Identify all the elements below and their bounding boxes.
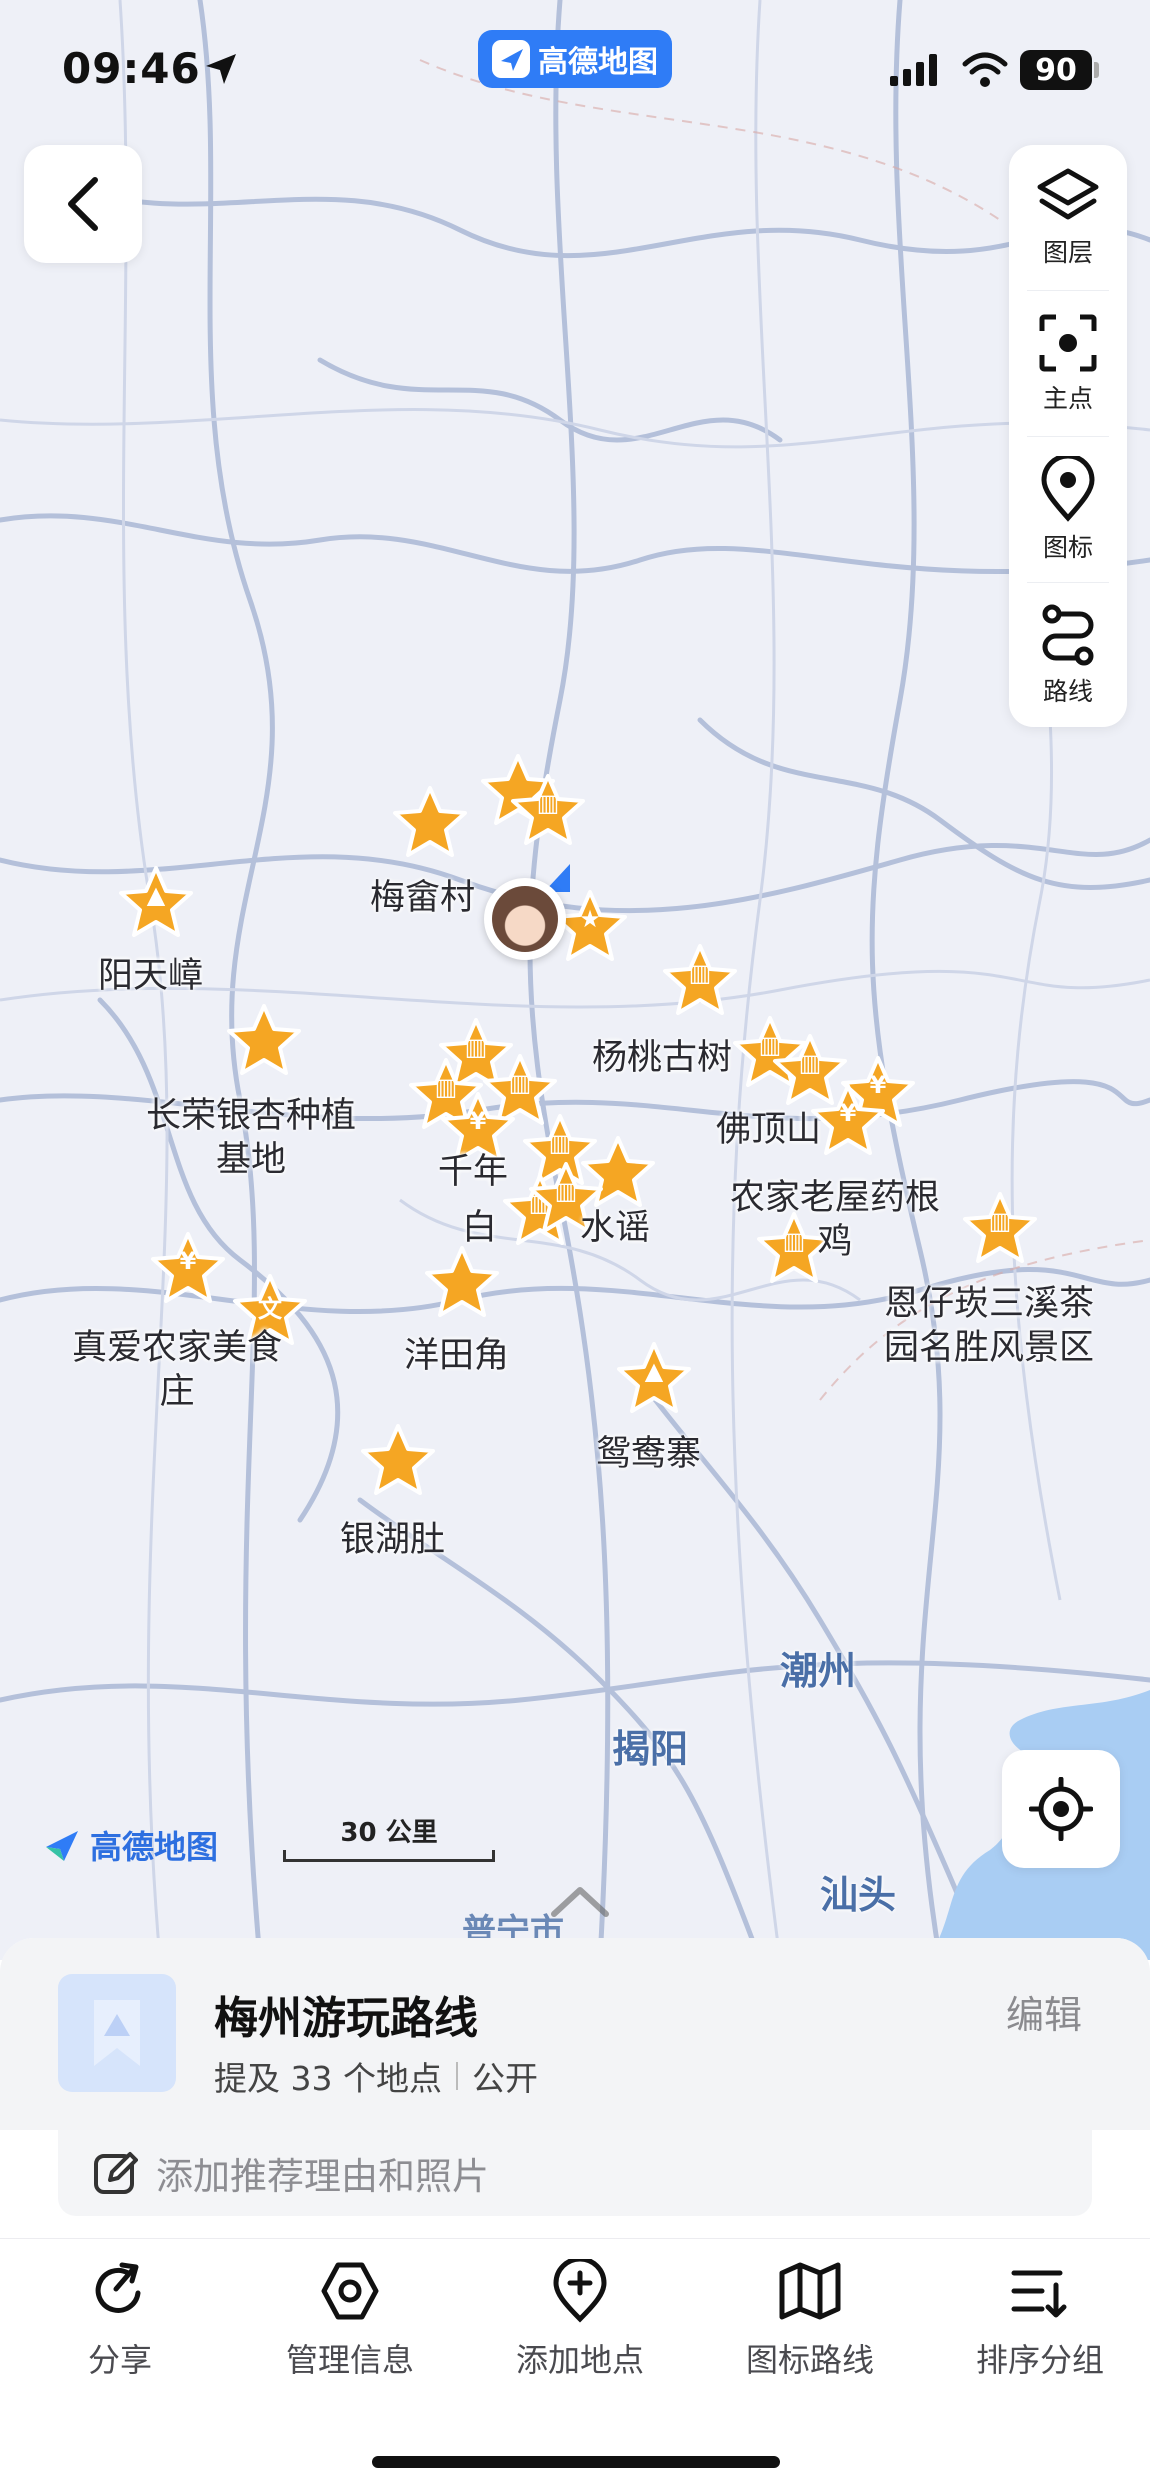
- poi-label-shuiyao[interactable]: 水谣: [580, 1206, 650, 1250]
- poi-label-meishe[interactable]: 梅畲村: [370, 876, 475, 920]
- sort-group-button[interactable]: 排序分组: [940, 2259, 1140, 2381]
- amap-logo-icon: [46, 1831, 78, 1861]
- poi-label-foding[interactable]: 佛顶山: [716, 1108, 821, 1152]
- route-title: 梅州游玩路线: [214, 1993, 478, 2044]
- poi-marker-star-icon[interactable]: [225, 1003, 303, 1077]
- add-place-label: 添加地点: [515, 2341, 644, 2379]
- poi-marker-star-icon[interactable]: ▥: [961, 1191, 1039, 1265]
- edit-note-icon: [94, 2152, 138, 2194]
- battery-tip: [1094, 62, 1099, 78]
- poi-label-nongjia[interactable]: 农家老屋药根 鸡: [730, 1176, 940, 1264]
- manage-info-button[interactable]: 管理信息: [250, 2259, 450, 2381]
- poi-marker-star-icon[interactable]: ¥: [149, 1231, 227, 1305]
- poi-label-enzai[interactable]: 恩仔崁三溪茶 园名胜风景区: [884, 1282, 1094, 1370]
- add-reason-field[interactable]: 添加推荐理由和照片: [58, 2130, 1092, 2216]
- tool-layers-label: 图层: [1042, 238, 1093, 267]
- crosshair-icon: [1029, 1777, 1093, 1841]
- meta-divider: [455, 2062, 458, 2090]
- chevron-left-icon: [68, 177, 98, 231]
- back-button[interactable]: [24, 145, 142, 263]
- map-logo-text: 高德地图: [90, 1828, 219, 1866]
- poi-label-zhenai[interactable]: 真爱农家美食 庄: [72, 1326, 282, 1414]
- focus-icon: [1039, 314, 1097, 372]
- poi-label-yuanyang[interactable]: 鸳鸯寨: [596, 1432, 701, 1476]
- poi-marker-star-icon[interactable]: [359, 1423, 437, 1497]
- bottom-action-bar: 分享 管理信息 添加地点 图标路线 排序分组: [0, 2238, 1150, 2418]
- app-badge[interactable]: 高德地图: [478, 30, 672, 88]
- route-visibility: 公开: [471, 2059, 538, 2098]
- route-cover[interactable]: [58, 1974, 176, 2092]
- bookmark-icon: [94, 2000, 140, 2066]
- tool-layers[interactable]: 图层: [1009, 145, 1127, 291]
- add-reason-placeholder: 添加推荐理由和照片: [156, 2155, 489, 2198]
- tool-focus[interactable]: 主点: [1009, 291, 1127, 437]
- route-header: 梅州游玩路线 提及 33 个地点 公开 编辑: [0, 1938, 1150, 2130]
- poi-marker-star-icon[interactable]: [391, 785, 469, 859]
- city-label-shantou: 汕头: [820, 1873, 897, 1917]
- edit-button[interactable]: 编辑: [1006, 1984, 1082, 2039]
- share-icon: [95, 2262, 141, 2313]
- tool-pin[interactable]: 图标: [1009, 437, 1127, 583]
- map-tool-panel: 图层 主点 图标 路线: [1009, 145, 1127, 727]
- sort-group-label: 排序分组: [975, 2341, 1104, 2379]
- poi-marker-star-icon[interactable]: [423, 1245, 501, 1319]
- map-scale: 30 公里: [283, 1812, 495, 1864]
- poi-label-yangtian-jiao[interactable]: 洋田角: [404, 1334, 509, 1378]
- cellular-signal-icon: [890, 54, 937, 86]
- locate-me-button[interactable]: [1002, 1750, 1120, 1868]
- poi-marker-star-icon[interactable]: ▲: [117, 865, 195, 939]
- chevron-up-icon[interactable]: [548, 1880, 612, 1920]
- route-place-count: 提及 33 个地点: [214, 2059, 442, 2098]
- poi-label-yangtao[interactable]: 杨桃古树: [592, 1036, 732, 1080]
- route-icon: [1042, 604, 1094, 666]
- poi-marker-star-icon[interactable]: ▥: [509, 773, 587, 847]
- share-button[interactable]: 分享: [20, 2259, 220, 2381]
- battery-indicator: 90: [1020, 50, 1092, 90]
- user-avatar[interactable]: [484, 878, 566, 960]
- amap-logo-icon: [492, 40, 530, 78]
- route-meta: 提及 33 个地点 公开: [214, 2052, 538, 2100]
- tool-pin-label: 图标: [1042, 533, 1093, 562]
- wifi-icon: [962, 52, 1008, 87]
- map-scale-bar: [283, 1850, 495, 1862]
- poi-label-baishui[interactable]: 白: [462, 1206, 497, 1250]
- manage-icon: [321, 2262, 379, 2320]
- add-place-icon: [553, 2259, 607, 2323]
- poi-label-changrong[interactable]: 长荣银杏种植 基地: [146, 1094, 356, 1182]
- tool-focus-label: 主点: [1042, 384, 1093, 413]
- poi-marker-star-icon[interactable]: ▥: [661, 943, 739, 1017]
- layers-icon: [1037, 168, 1099, 220]
- poi-marker-star-icon[interactable]: ▲: [615, 1341, 693, 1415]
- map-view[interactable]: 潮州 揭阳 汕头 普宁市 ▥ ★ ▲ ▥ ▥ ▥ ¥ ¥ ▥ ▥ ▥ ¥ ▥ ▥ ▥ ▥ ▥ ¥ 文 ▲ 梅畲村 阳天…: [0, 0, 1150, 1960]
- manage-info-label: 管理信息: [285, 2341, 414, 2379]
- sort-icon: [1011, 2270, 1067, 2318]
- tool-route[interactable]: 路线: [1009, 583, 1127, 729]
- share-label: 分享: [87, 2341, 152, 2379]
- app-badge-label: 高德地图: [538, 45, 658, 80]
- status-time: 09:46: [62, 44, 201, 93]
- route-sheet: 梅州游玩路线 提及 33 个地点 公开 编辑 添加推荐理由和照片 分享 管理信息…: [0, 1938, 1150, 2489]
- map-scale-label: 30 公里: [340, 1818, 438, 1848]
- poi-label-yinhu[interactable]: 银湖肚: [340, 1518, 445, 1562]
- poi-label-qiannian[interactable]: 千年: [438, 1150, 508, 1194]
- user-avatar-face: [492, 886, 558, 952]
- map-route-button[interactable]: 图标路线: [710, 2259, 910, 2381]
- location-arrow-icon: [206, 54, 236, 84]
- map-route-icon: [779, 2262, 841, 2320]
- map-provider-logo: 高德地图: [42, 1822, 218, 1868]
- tool-route-label: 路线: [1042, 677, 1093, 706]
- city-label-chaozhou: 潮州: [780, 1649, 857, 1693]
- city-label-jieyang: 揭阳: [612, 1727, 689, 1771]
- add-place-button[interactable]: 添加地点: [480, 2259, 680, 2381]
- pin-icon: [1041, 456, 1095, 522]
- poi-label-yangtian[interactable]: 阳天嶂: [98, 954, 203, 998]
- map-route-label: 图标路线: [745, 2341, 874, 2379]
- home-indicator: [372, 2456, 780, 2468]
